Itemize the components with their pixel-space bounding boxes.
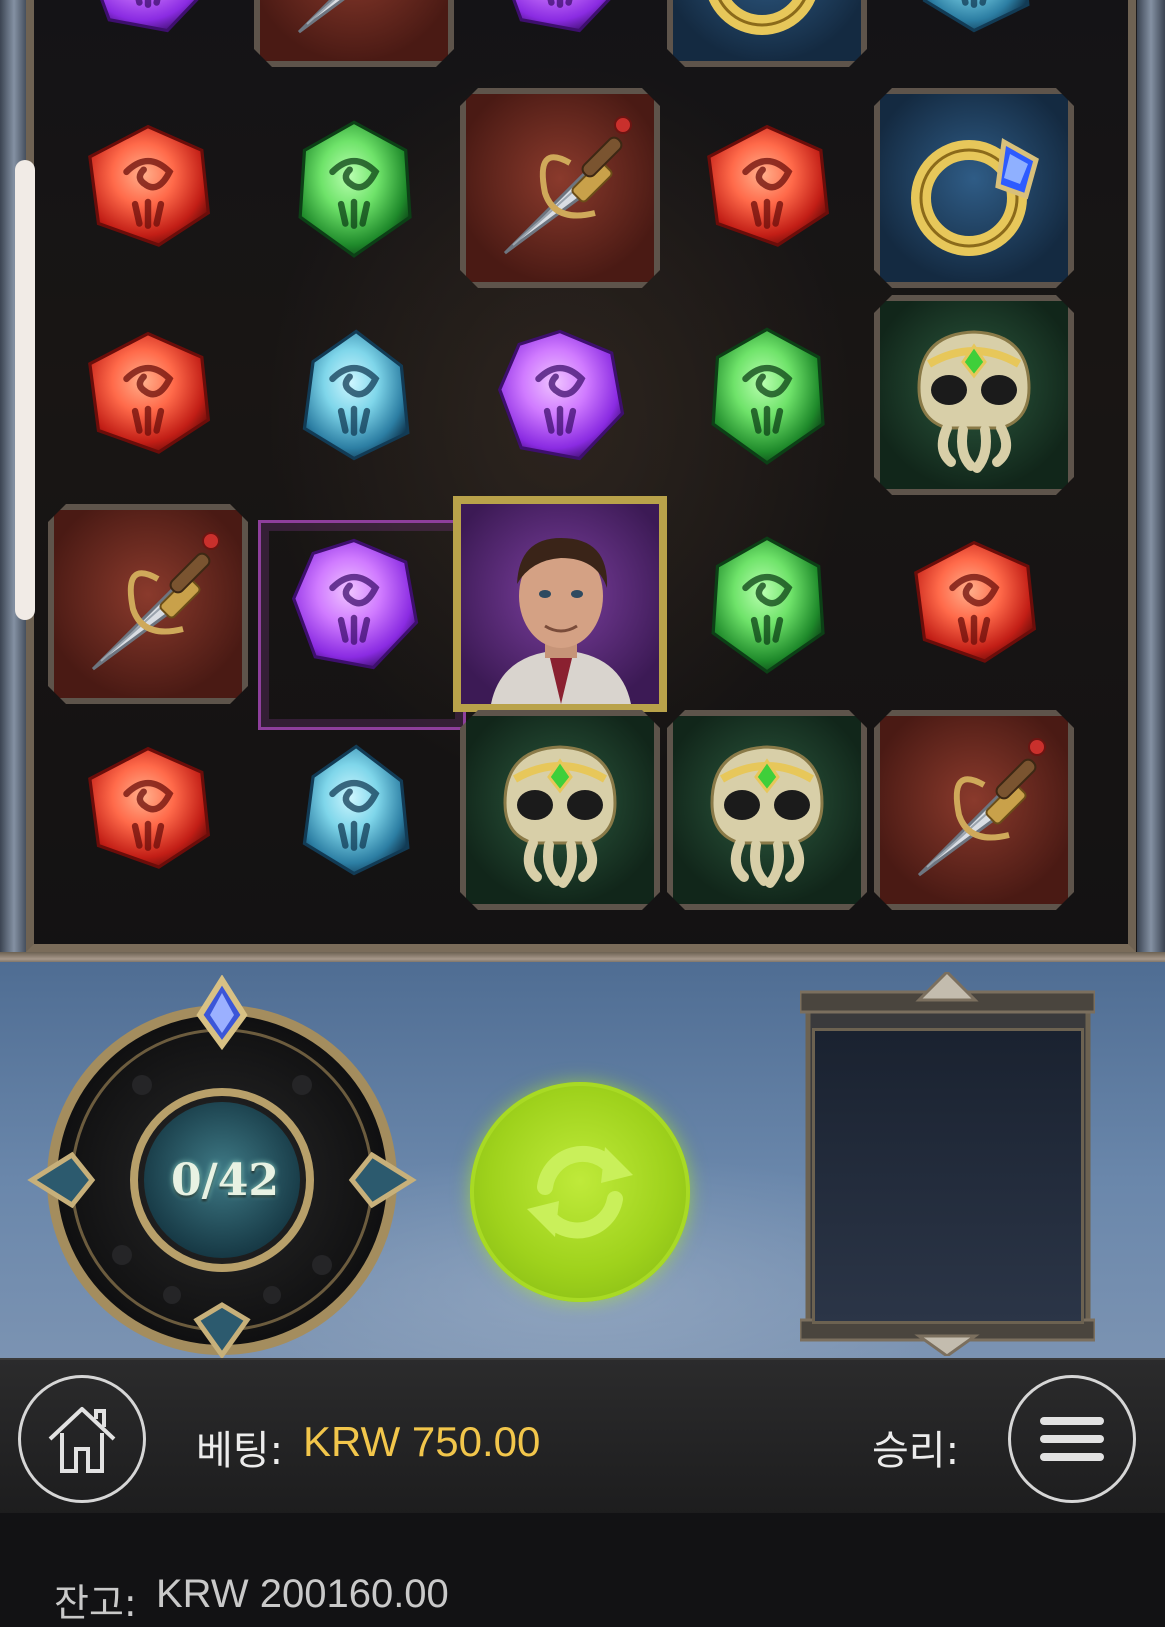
ring-tile — [667, 0, 867, 67]
green-gem-icon — [298, 120, 412, 258]
reel-symbol-dagger — [247, 0, 461, 74]
red-gem-icon — [914, 540, 1037, 663]
reel-symbol-dagger — [453, 81, 667, 295]
reel-symbol-dagger — [867, 703, 1081, 917]
dagger-tile — [460, 88, 660, 288]
win-label: 승리: — [872, 1428, 960, 1474]
reel-symbol-green-gem — [660, 288, 874, 502]
reel-symbol-red-gem — [41, 81, 255, 295]
purple-gem-icon — [512, 0, 611, 33]
dagger-icon — [889, 725, 1059, 895]
dagger-icon — [269, 0, 439, 52]
reel-symbol-red-gem — [660, 81, 874, 295]
reel-grid — [0, 0, 1165, 952]
reel-symbol-portrait — [453, 496, 667, 712]
scrollbar[interactable] — [15, 160, 35, 620]
skull-icon — [889, 310, 1059, 480]
skull-tile — [667, 710, 867, 910]
reel-symbol-skull — [867, 288, 1081, 502]
reel-symbol-dagger — [41, 497, 255, 711]
spin-button[interactable] — [470, 1082, 690, 1302]
menu-button[interactable] — [1008, 1375, 1136, 1503]
spin-arrows-icon — [527, 1145, 633, 1239]
skull-icon — [475, 725, 645, 895]
bottom-bar — [0, 1358, 1165, 1515]
green-gem-icon — [711, 536, 825, 674]
reel-area — [0, 0, 1165, 962]
dagger-tile — [48, 504, 248, 704]
ring-icon — [894, 108, 1054, 268]
blue-gem-icon — [302, 744, 410, 876]
hamburger-menu-icon — [1040, 1417, 1104, 1461]
bet-value[interactable]: KRW 750.00 — [303, 1418, 540, 1466]
reel-symbol-blue-gem — [247, 288, 461, 502]
purple-gem-icon — [100, 0, 199, 33]
dagger-tile — [254, 0, 454, 67]
ring-tile — [874, 88, 1074, 288]
green-gem-icon — [711, 327, 825, 465]
home-button[interactable] — [18, 1375, 146, 1503]
dagger-icon — [63, 519, 233, 689]
red-gem-icon — [707, 124, 830, 247]
reel-symbol-skull — [660, 703, 874, 917]
reel-symbol-green-gem — [247, 81, 461, 295]
reel-symbol-red-gem — [41, 288, 255, 502]
blue-gem-icon — [922, 0, 1030, 33]
skull-icon — [682, 725, 852, 895]
dagger-tile — [874, 710, 1074, 910]
reel-symbol-blue-gem — [247, 703, 461, 917]
win-display — [812, 1028, 1084, 1324]
reel-symbol-purple-gem — [453, 288, 667, 502]
reel-symbol-purple-gem — [41, 0, 255, 74]
detective-portrait-icon — [491, 538, 631, 704]
purple-gem-icon — [497, 329, 625, 461]
purple-gem-icon — [291, 538, 419, 670]
reel-symbol-ring — [867, 81, 1081, 295]
reel-symbol-green-gem — [660, 497, 874, 711]
reel-symbol-red-gem — [867, 497, 1081, 711]
blue-gem-icon — [302, 329, 410, 461]
free-spin-counter: 0/42 — [171, 1154, 279, 1206]
reel-symbol-red-gem — [41, 703, 255, 917]
dagger-icon — [475, 103, 645, 273]
reel-symbol-skull — [453, 703, 667, 917]
portrait-symbol — [453, 496, 667, 712]
balance-label: 잔고: — [54, 1581, 137, 1625]
home-icon — [48, 1407, 116, 1473]
balance-value: KRW 200160.00 — [156, 1572, 449, 1616]
skull-tile — [460, 710, 660, 910]
red-gem-icon — [88, 124, 211, 247]
reel-symbol-blue-gem — [867, 0, 1081, 74]
game-screen: 0/42 베팅: KRW 750.00 승리: 잔고: KRW 200160.0… — [0, 0, 1165, 1627]
skull-tile — [874, 295, 1074, 495]
red-gem-icon — [88, 746, 211, 869]
reel-symbol-ring — [660, 0, 874, 74]
reel-symbol-purple-gem — [453, 0, 667, 74]
reel-symbol-purple-gem — [247, 497, 461, 711]
ring-icon — [687, 0, 847, 47]
red-gem-icon — [88, 331, 211, 454]
bet-label: 베팅: — [196, 1428, 284, 1474]
